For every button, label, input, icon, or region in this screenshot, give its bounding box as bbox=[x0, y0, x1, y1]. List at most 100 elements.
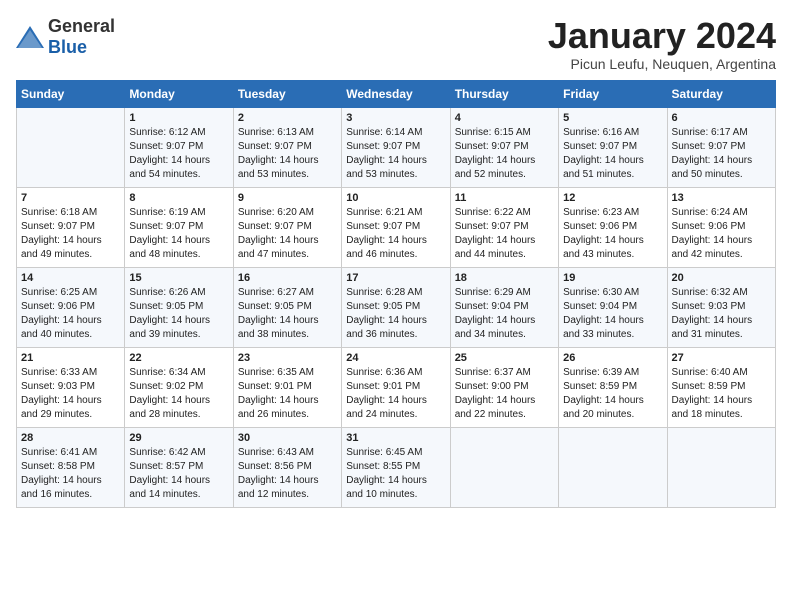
day-detail: Sunrise: 6:34 AM Sunset: 9:02 PM Dayligh… bbox=[129, 366, 228, 422]
calendar-cell: 11Sunrise: 6:22 AM Sunset: 9:07 PM Dayli… bbox=[450, 187, 558, 267]
day-number: 10 bbox=[346, 192, 445, 204]
day-detail: Sunrise: 6:18 AM Sunset: 9:07 PM Dayligh… bbox=[21, 206, 120, 262]
calendar-cell bbox=[667, 427, 775, 507]
page-header: General Blue January 2024 Picun Leufu, N… bbox=[16, 16, 776, 72]
day-detail: Sunrise: 6:17 AM Sunset: 9:07 PM Dayligh… bbox=[672, 126, 771, 182]
weekday-header: Sunday bbox=[17, 80, 125, 107]
logo-blue: Blue bbox=[48, 37, 87, 57]
day-detail: Sunrise: 6:24 AM Sunset: 9:06 PM Dayligh… bbox=[672, 206, 771, 262]
calendar-cell: 12 Sunrise: 6:23 AM Sunset: 9:06 PM Dayli… bbox=[559, 187, 667, 267]
calendar-cell: 10 Sunrise: 6:21 AM Sunset: 9:07 PM Dayli… bbox=[342, 187, 450, 267]
day-number: 11 bbox=[455, 192, 554, 204]
calendar-cell: 7 Sunrise: 6:18 AM Sunset: 9:07 PM Daylig… bbox=[17, 187, 125, 267]
day-number: 8 bbox=[129, 192, 228, 204]
day-detail: Sunrise: 6:14 AM Sunset: 9:07 PM Dayligh… bbox=[346, 126, 445, 182]
calendar-cell: 14 Sunrise: 6:25 AM Sunset: 9:06 PM Dayli… bbox=[17, 267, 125, 347]
day-number: 23 bbox=[238, 352, 337, 364]
day-detail: Sunrise: 6:36 AM Sunset: 9:01 PM Dayligh… bbox=[346, 366, 445, 422]
day-number: 9 bbox=[238, 192, 337, 204]
calendar-cell: 24Sunrise: 6:36 AM Sunset: 9:01 PM Dayli… bbox=[342, 347, 450, 427]
calendar-week-row: 28 Sunrise: 6:41 AM Sunset: 8:58 PM Dayli… bbox=[17, 427, 776, 507]
calendar-cell: 27 Sunrise: 6:40 AM Sunset: 8:59 PM Dayli… bbox=[667, 347, 775, 427]
day-detail: Sunrise: 6:12 AM Sunset: 9:07 PM Dayligh… bbox=[129, 126, 228, 182]
calendar-cell: 30 Sunrise: 6:43 AM Sunset: 8:56 PM Dayli… bbox=[233, 427, 341, 507]
calendar-cell bbox=[450, 427, 558, 507]
title-block: January 2024 Picun Leufu, Neuquen, Argen… bbox=[548, 16, 776, 72]
calendar-cell: 5 Sunrise: 6:16 AM Sunset: 9:07 PM Daylig… bbox=[559, 107, 667, 187]
calendar-header-row: SundayMondayTuesdayWednesdayThursdayFrid… bbox=[17, 80, 776, 107]
day-detail: Sunrise: 6:19 AM Sunset: 9:07 PM Dayligh… bbox=[129, 206, 228, 262]
day-number: 15 bbox=[129, 272, 228, 284]
day-detail: Sunrise: 6:27 AM Sunset: 9:05 PM Dayligh… bbox=[238, 286, 337, 342]
calendar-cell: 18Sunrise: 6:29 AM Sunset: 9:04 PM Dayli… bbox=[450, 267, 558, 347]
day-detail: Sunrise: 6:15 AM Sunset: 9:07 PM Dayligh… bbox=[455, 126, 554, 182]
day-number: 3 bbox=[346, 112, 445, 124]
location-subtitle: Picun Leufu, Neuquen, Argentina bbox=[548, 56, 776, 72]
calendar-cell: 2Sunrise: 6:13 AM Sunset: 9:07 PM Daylig… bbox=[233, 107, 341, 187]
calendar-cell: 17Sunrise: 6:28 AM Sunset: 9:05 PM Dayli… bbox=[342, 267, 450, 347]
calendar-cell: 6Sunrise: 6:17 AM Sunset: 9:07 PM Daylig… bbox=[667, 107, 775, 187]
calendar-cell: 29Sunrise: 6:42 AM Sunset: 8:57 PM Dayli… bbox=[125, 427, 233, 507]
weekday-header: Thursday bbox=[450, 80, 558, 107]
calendar-cell bbox=[17, 107, 125, 187]
calendar-cell: 15 Sunrise: 6:26 AM Sunset: 9:05 PM Dayli… bbox=[125, 267, 233, 347]
calendar-cell: 13 Sunrise: 6:24 AM Sunset: 9:06 PM Dayli… bbox=[667, 187, 775, 267]
calendar-cell: 25 Sunrise: 6:37 AM Sunset: 9:00 PM Dayli… bbox=[450, 347, 558, 427]
day-detail: Sunrise: 6:43 AM Sunset: 8:56 PM Dayligh… bbox=[238, 446, 337, 502]
day-detail: Sunrise: 6:25 AM Sunset: 9:06 PM Dayligh… bbox=[21, 286, 120, 342]
calendar-cell: 21 Sunrise: 6:33 AM Sunset: 9:03 PM Dayli… bbox=[17, 347, 125, 427]
day-detail: Sunrise: 6:42 AM Sunset: 8:57 PM Dayligh… bbox=[129, 446, 228, 502]
month-title: January 2024 bbox=[548, 16, 776, 56]
calendar-week-row: 1 Sunrise: 6:12 AM Sunset: 9:07 PM Daylig… bbox=[17, 107, 776, 187]
calendar-week-row: 21 Sunrise: 6:33 AM Sunset: 9:03 PM Dayli… bbox=[17, 347, 776, 427]
day-number: 16 bbox=[238, 272, 337, 284]
calendar-table: SundayMondayTuesdayWednesdayThursdayFrid… bbox=[16, 80, 776, 508]
day-number: 22 bbox=[129, 352, 228, 364]
day-number: 21 bbox=[21, 352, 120, 364]
weekday-header: Friday bbox=[559, 80, 667, 107]
calendar-cell: 28 Sunrise: 6:41 AM Sunset: 8:58 PM Dayli… bbox=[17, 427, 125, 507]
day-detail: Sunrise: 6:37 AM Sunset: 9:00 PM Dayligh… bbox=[455, 366, 554, 422]
weekday-header: Monday bbox=[125, 80, 233, 107]
calendar-cell: 26 Sunrise: 6:39 AM Sunset: 8:59 PM Dayli… bbox=[559, 347, 667, 427]
day-detail: Sunrise: 6:23 AM Sunset: 9:06 PM Dayligh… bbox=[563, 206, 662, 262]
day-number: 27 bbox=[672, 352, 771, 364]
calendar-week-row: 7 Sunrise: 6:18 AM Sunset: 9:07 PM Daylig… bbox=[17, 187, 776, 267]
day-detail: Sunrise: 6:13 AM Sunset: 9:07 PM Dayligh… bbox=[238, 126, 337, 182]
day-number: 28 bbox=[21, 432, 120, 444]
calendar-cell: 3 Sunrise: 6:14 AM Sunset: 9:07 PM Daylig… bbox=[342, 107, 450, 187]
day-number: 13 bbox=[672, 192, 771, 204]
day-number: 1 bbox=[129, 112, 228, 124]
day-number: 26 bbox=[563, 352, 662, 364]
logo-general: General bbox=[48, 16, 115, 36]
day-detail: Sunrise: 6:41 AM Sunset: 8:58 PM Dayligh… bbox=[21, 446, 120, 502]
day-detail: Sunrise: 6:40 AM Sunset: 8:59 PM Dayligh… bbox=[672, 366, 771, 422]
calendar-cell: 31 Sunrise: 6:45 AM Sunset: 8:55 PM Dayli… bbox=[342, 427, 450, 507]
day-detail: Sunrise: 6:33 AM Sunset: 9:03 PM Dayligh… bbox=[21, 366, 120, 422]
day-detail: Sunrise: 6:20 AM Sunset: 9:07 PM Dayligh… bbox=[238, 206, 337, 262]
day-number: 14 bbox=[21, 272, 120, 284]
calendar-cell: 22 Sunrise: 6:34 AM Sunset: 9:02 PM Dayli… bbox=[125, 347, 233, 427]
day-detail: Sunrise: 6:45 AM Sunset: 8:55 PM Dayligh… bbox=[346, 446, 445, 502]
day-detail: Sunrise: 6:32 AM Sunset: 9:03 PM Dayligh… bbox=[672, 286, 771, 342]
day-detail: Sunrise: 6:28 AM Sunset: 9:05 PM Dayligh… bbox=[346, 286, 445, 342]
day-number: 12 bbox=[563, 192, 662, 204]
calendar-cell: 19Sunrise: 6:30 AM Sunset: 9:04 PM Dayli… bbox=[559, 267, 667, 347]
day-detail: Sunrise: 6:39 AM Sunset: 8:59 PM Dayligh… bbox=[563, 366, 662, 422]
day-number: 25 bbox=[455, 352, 554, 364]
calendar-week-row: 14 Sunrise: 6:25 AM Sunset: 9:06 PM Dayli… bbox=[17, 267, 776, 347]
weekday-header: Saturday bbox=[667, 80, 775, 107]
day-number: 5 bbox=[563, 112, 662, 124]
weekday-header: Wednesday bbox=[342, 80, 450, 107]
day-detail: Sunrise: 6:26 AM Sunset: 9:05 PM Dayligh… bbox=[129, 286, 228, 342]
calendar-cell: 20Sunrise: 6:32 AM Sunset: 9:03 PM Dayli… bbox=[667, 267, 775, 347]
day-number: 7 bbox=[21, 192, 120, 204]
day-number: 30 bbox=[238, 432, 337, 444]
day-detail: Sunrise: 6:30 AM Sunset: 9:04 PM Dayligh… bbox=[563, 286, 662, 342]
day-detail: Sunrise: 6:16 AM Sunset: 9:07 PM Dayligh… bbox=[563, 126, 662, 182]
day-detail: Sunrise: 6:29 AM Sunset: 9:04 PM Dayligh… bbox=[455, 286, 554, 342]
calendar-cell: 8 Sunrise: 6:19 AM Sunset: 9:07 PM Daylig… bbox=[125, 187, 233, 267]
day-number: 31 bbox=[346, 432, 445, 444]
logo-icon bbox=[16, 26, 44, 48]
day-detail: Sunrise: 6:21 AM Sunset: 9:07 PM Dayligh… bbox=[346, 206, 445, 262]
